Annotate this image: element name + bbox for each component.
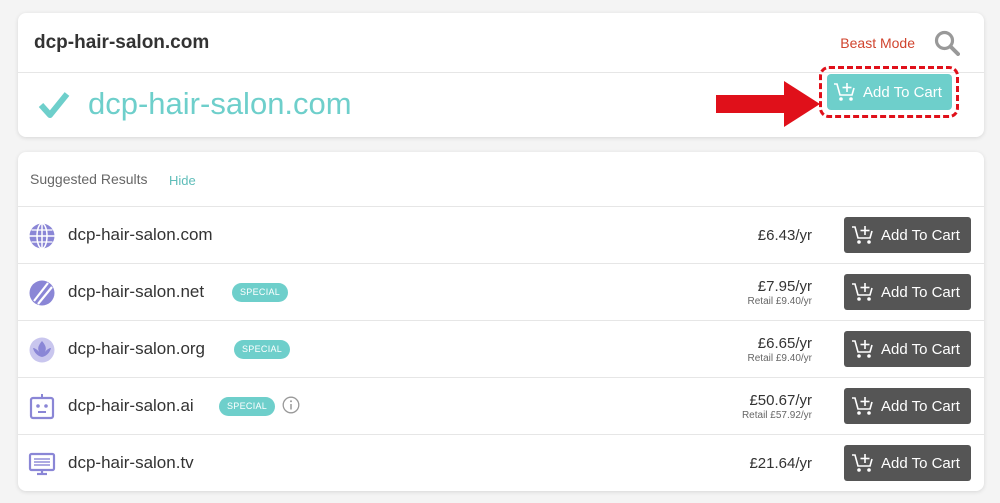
globe-icon xyxy=(29,222,55,250)
price-block: £50.67/yr Retail £57.92/yr xyxy=(742,378,812,435)
cart-icon xyxy=(852,226,873,244)
annotation-arrow-icon xyxy=(716,81,820,127)
add-to-cart-label: Add To Cart xyxy=(881,283,960,301)
price-block: £7.95/yr Retail £9.40/yr xyxy=(748,264,812,321)
monitor-icon xyxy=(28,452,56,476)
special-badge: SPECIAL xyxy=(232,283,289,302)
suggested-results-card: Suggested Results Hide dcp-hair-salon.co… xyxy=(18,152,984,491)
org-icon xyxy=(29,337,55,363)
result-domain[interactable]: dcp-hair-salon.tv xyxy=(68,453,194,473)
result-row: dcp-hair-salon.org SPECIAL £6.65/yr Reta… xyxy=(18,321,984,378)
search-icon[interactable] xyxy=(934,30,960,56)
special-badge: SPECIAL xyxy=(219,397,276,416)
result-row: dcp-hair-salon.tv £21.64/yr Add To Cart xyxy=(18,435,984,492)
beast-mode-link[interactable]: Beast Mode xyxy=(840,35,915,51)
add-to-cart-button[interactable]: Add To Cart xyxy=(844,274,971,310)
retail-price: Retail £9.40/yr xyxy=(747,353,812,364)
add-to-cart-label: Add To Cart xyxy=(881,397,960,415)
add-to-cart-label: Add To Cart xyxy=(881,340,960,358)
search-query-text[interactable]: dcp-hair-salon.com xyxy=(34,32,209,54)
add-to-cart-label: Add To Cart xyxy=(881,226,960,244)
result-row: dcp-hair-salon.ai SPECIAL £50.67/yr Reta… xyxy=(18,378,984,435)
suggested-results-header: Suggested Results Hide xyxy=(18,152,984,207)
add-to-cart-label: Add To Cart xyxy=(881,454,960,472)
checkmark-icon xyxy=(38,92,70,118)
add-to-cart-button[interactable]: Add To Cart xyxy=(844,217,971,253)
add-to-cart-button[interactable]: Add To Cart xyxy=(844,331,971,367)
cart-icon xyxy=(852,283,873,301)
suggested-results-title: Suggested Results xyxy=(30,171,148,187)
price: £7.95/yr xyxy=(757,278,812,295)
price: £21.64/yr xyxy=(749,455,812,472)
special-badge: SPECIAL xyxy=(234,340,291,359)
result-domain[interactable]: dcp-hair-salon.ai xyxy=(68,396,194,416)
result-row: dcp-hair-salon.com £6.43/yr Add To Cart xyxy=(18,207,984,264)
info-icon[interactable] xyxy=(282,396,300,414)
price-block: £21.64/yr xyxy=(749,435,812,492)
cart-icon xyxy=(852,397,873,415)
available-domain-title: dcp-hair-salon.com xyxy=(88,86,352,121)
hide-suggestions-link[interactable]: Hide xyxy=(169,173,196,188)
price: £50.67/yr xyxy=(749,392,812,409)
retail-price: Retail £9.40/yr xyxy=(747,296,812,307)
cart-icon xyxy=(852,340,873,358)
hero-add-to-cart-button[interactable]: Add To Cart xyxy=(827,74,952,110)
result-domain[interactable]: dcp-hair-salon.org xyxy=(68,339,205,359)
result-domain[interactable]: dcp-hair-salon.com xyxy=(68,225,213,245)
highlight-box: Add To Cart xyxy=(819,66,959,118)
search-bar: dcp-hair-salon.com Beast Mode xyxy=(18,13,984,73)
cart-icon xyxy=(852,454,873,472)
price: £6.65/yr xyxy=(757,335,812,352)
hero-add-to-cart-label: Add To Cart xyxy=(863,83,942,101)
add-to-cart-button[interactable]: Add To Cart xyxy=(844,445,971,481)
result-row: dcp-hair-salon.net SPECIAL £7.95/yr Reta… xyxy=(18,264,984,321)
robot-icon xyxy=(29,394,55,420)
net-icon xyxy=(29,280,55,306)
result-domain[interactable]: dcp-hair-salon.net xyxy=(68,282,204,302)
add-to-cart-button[interactable]: Add To Cart xyxy=(844,388,971,424)
retail-price: Retail £57.92/yr xyxy=(741,410,812,421)
price-block: £6.43/yr xyxy=(758,207,812,264)
price: £6.43/yr xyxy=(757,227,812,244)
cart-icon xyxy=(834,83,855,101)
price-block: £6.65/yr Retail £9.40/yr xyxy=(748,321,812,378)
